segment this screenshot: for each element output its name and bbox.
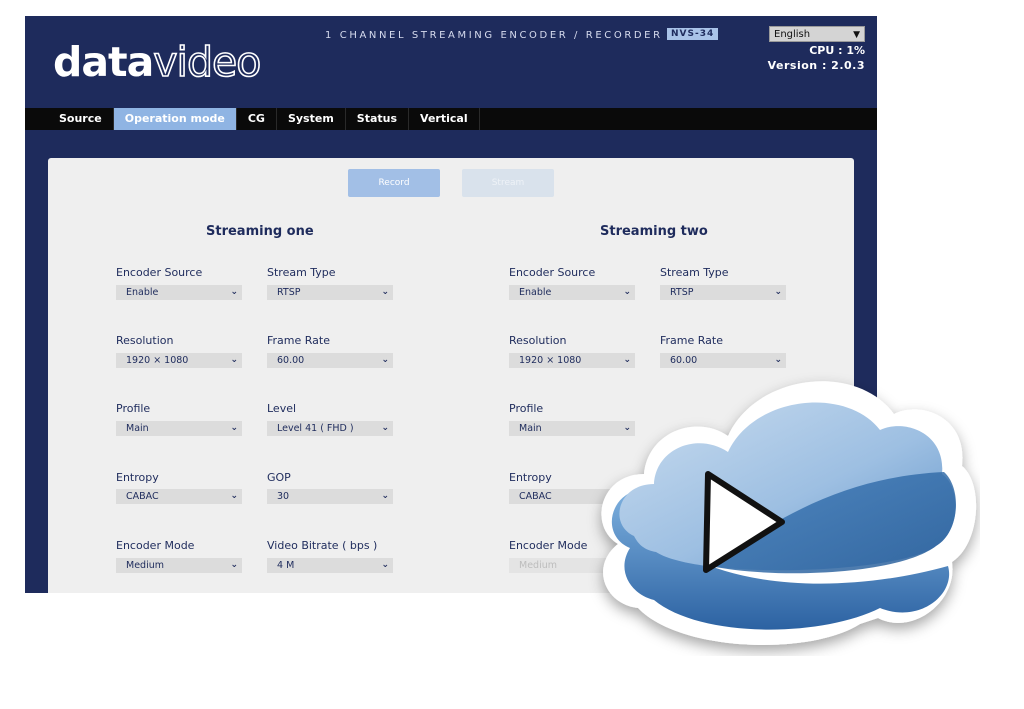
entropy-select[interactable]: CABAC ⌄ — [116, 489, 242, 504]
select-value: RTSP — [277, 287, 301, 298]
select-value: Level 41 ( FHD ) — [277, 423, 354, 434]
select-value: 60.00 — [277, 355, 305, 366]
language-value: English — [774, 29, 811, 40]
nav-bar: Source Operation mode CG System Status V… — [25, 108, 877, 130]
chevron-down-icon: ⌄ — [230, 491, 238, 501]
select-value: Medium — [519, 560, 557, 571]
select-value: 4 M — [277, 560, 295, 571]
record-button[interactable]: Record — [348, 169, 440, 197]
tab-cg[interactable]: CG — [237, 108, 277, 130]
entropy-label: Entropy — [509, 471, 552, 484]
resolution-select[interactable]: 1920 × 1080 ⌄ — [116, 353, 242, 368]
stream-type-label: Stream Type — [660, 266, 729, 279]
encoder-mode-select[interactable]: Medium ⌄ — [116, 558, 242, 573]
encoder-source-label: Encoder Source — [509, 266, 596, 279]
select-value: CABAC — [519, 491, 552, 502]
tab-operation-mode[interactable]: Operation mode — [113, 108, 237, 130]
entropy-label: Entropy — [116, 471, 159, 484]
select-value: Medium — [126, 560, 164, 571]
level-select[interactable]: Level 41 ( FHD ) ⌄ — [267, 421, 393, 436]
select-value: RTSP — [670, 287, 694, 298]
encoder-source-select[interactable]: Enable ⌄ — [116, 285, 242, 300]
stream-type-select-two[interactable]: RTSP ⌄ — [660, 285, 786, 300]
select-value: Enable — [126, 287, 159, 298]
level-label: Level — [267, 402, 297, 415]
header: datavideo 1 CHANNEL STREAMING ENCODER / … — [25, 16, 877, 108]
video-bitrate-label: Video Bitrate ( bps ) — [267, 539, 378, 552]
chevron-down-icon: ⌄ — [381, 560, 389, 570]
profile-select[interactable]: Main ⌄ — [116, 421, 242, 436]
encoder-source-select-two[interactable]: Enable ⌄ — [509, 285, 635, 300]
select-value: 30 — [277, 491, 290, 502]
encoder-source-label: Encoder Source — [116, 266, 203, 279]
stream-button[interactable]: Stream — [462, 169, 554, 197]
datavideo-logo: datavideo — [53, 37, 262, 87]
language-select[interactable]: English ▼ — [769, 26, 865, 42]
profile-label: Profile — [509, 402, 544, 415]
chevron-down-icon: ⌄ — [774, 287, 782, 297]
version-info: Version : 2.0.3 — [767, 59, 865, 72]
frame-rate-select[interactable]: 60.00 ⌄ — [267, 353, 393, 368]
resolution-label: Resolution — [509, 334, 567, 347]
select-value: CABAC — [126, 491, 159, 502]
logo-video: video — [152, 37, 262, 87]
chevron-down-icon: ▼ — [853, 30, 860, 40]
chevron-down-icon: ⌄ — [230, 287, 238, 297]
product-title: 1 CHANNEL STREAMING ENCODER / RECORDER — [325, 30, 663, 41]
chevron-down-icon: ⌄ — [623, 287, 631, 297]
tab-vertical[interactable]: Vertical — [409, 108, 480, 130]
chevron-down-icon: ⌄ — [381, 491, 389, 501]
gop-select[interactable]: 30 ⌄ — [267, 489, 393, 504]
video-bitrate-select[interactable]: 4 M ⌄ — [267, 558, 393, 573]
tab-system[interactable]: System — [277, 108, 346, 130]
profile-label: Profile — [116, 402, 151, 415]
select-value: Main — [519, 423, 542, 434]
chevron-down-icon: ⌄ — [230, 423, 238, 433]
nav-tabs: Source Operation mode CG System Status V… — [48, 108, 480, 130]
stream-type-select[interactable]: RTSP ⌄ — [267, 285, 393, 300]
encoder-mode-label: Encoder Mode — [116, 539, 195, 552]
cpu-usage: CPU : 1% — [809, 44, 865, 57]
cloud-play-icon — [601, 381, 977, 645]
select-value: 1920 × 1080 — [126, 355, 189, 366]
model-badge: NVS-34 — [667, 28, 719, 40]
frame-rate-label: Frame Rate — [267, 334, 330, 347]
resolution-label: Resolution — [116, 334, 174, 347]
select-value: Enable — [519, 287, 552, 298]
logo-data: data — [53, 38, 154, 86]
stream-type-label: Stream Type — [267, 266, 336, 279]
streaming-two-title: Streaming two — [600, 224, 708, 239]
chevron-down-icon: ⌄ — [230, 355, 238, 365]
tab-status[interactable]: Status — [346, 108, 410, 130]
tab-source[interactable]: Source — [48, 108, 114, 130]
chevron-down-icon: ⌄ — [381, 355, 389, 365]
streaming-one-title: Streaming one — [206, 224, 314, 239]
select-value: Main — [126, 423, 149, 434]
chevron-down-icon: ⌄ — [381, 423, 389, 433]
chevron-down-icon: ⌄ — [381, 287, 389, 297]
frame-rate-label: Frame Rate — [660, 334, 723, 347]
chevron-down-icon: ⌄ — [230, 560, 238, 570]
gop-label: GOP — [267, 471, 291, 484]
